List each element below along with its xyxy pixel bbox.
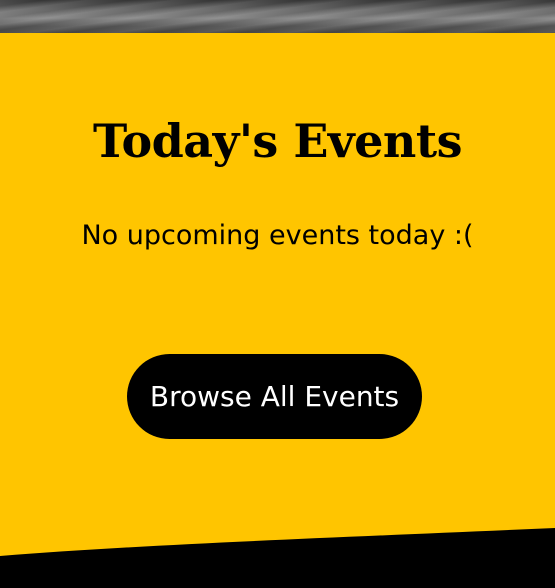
empty-events-message: No upcoming events today :( — [81, 220, 474, 251]
section-title: Today's Events — [93, 114, 462, 168]
browse-all-events-button[interactable]: Browse All Events — [127, 354, 422, 439]
footer-wave-divider — [0, 528, 555, 588]
top-banner-image — [0, 0, 555, 33]
todays-events-section: Today's Events No upcoming events today … — [0, 33, 555, 588]
